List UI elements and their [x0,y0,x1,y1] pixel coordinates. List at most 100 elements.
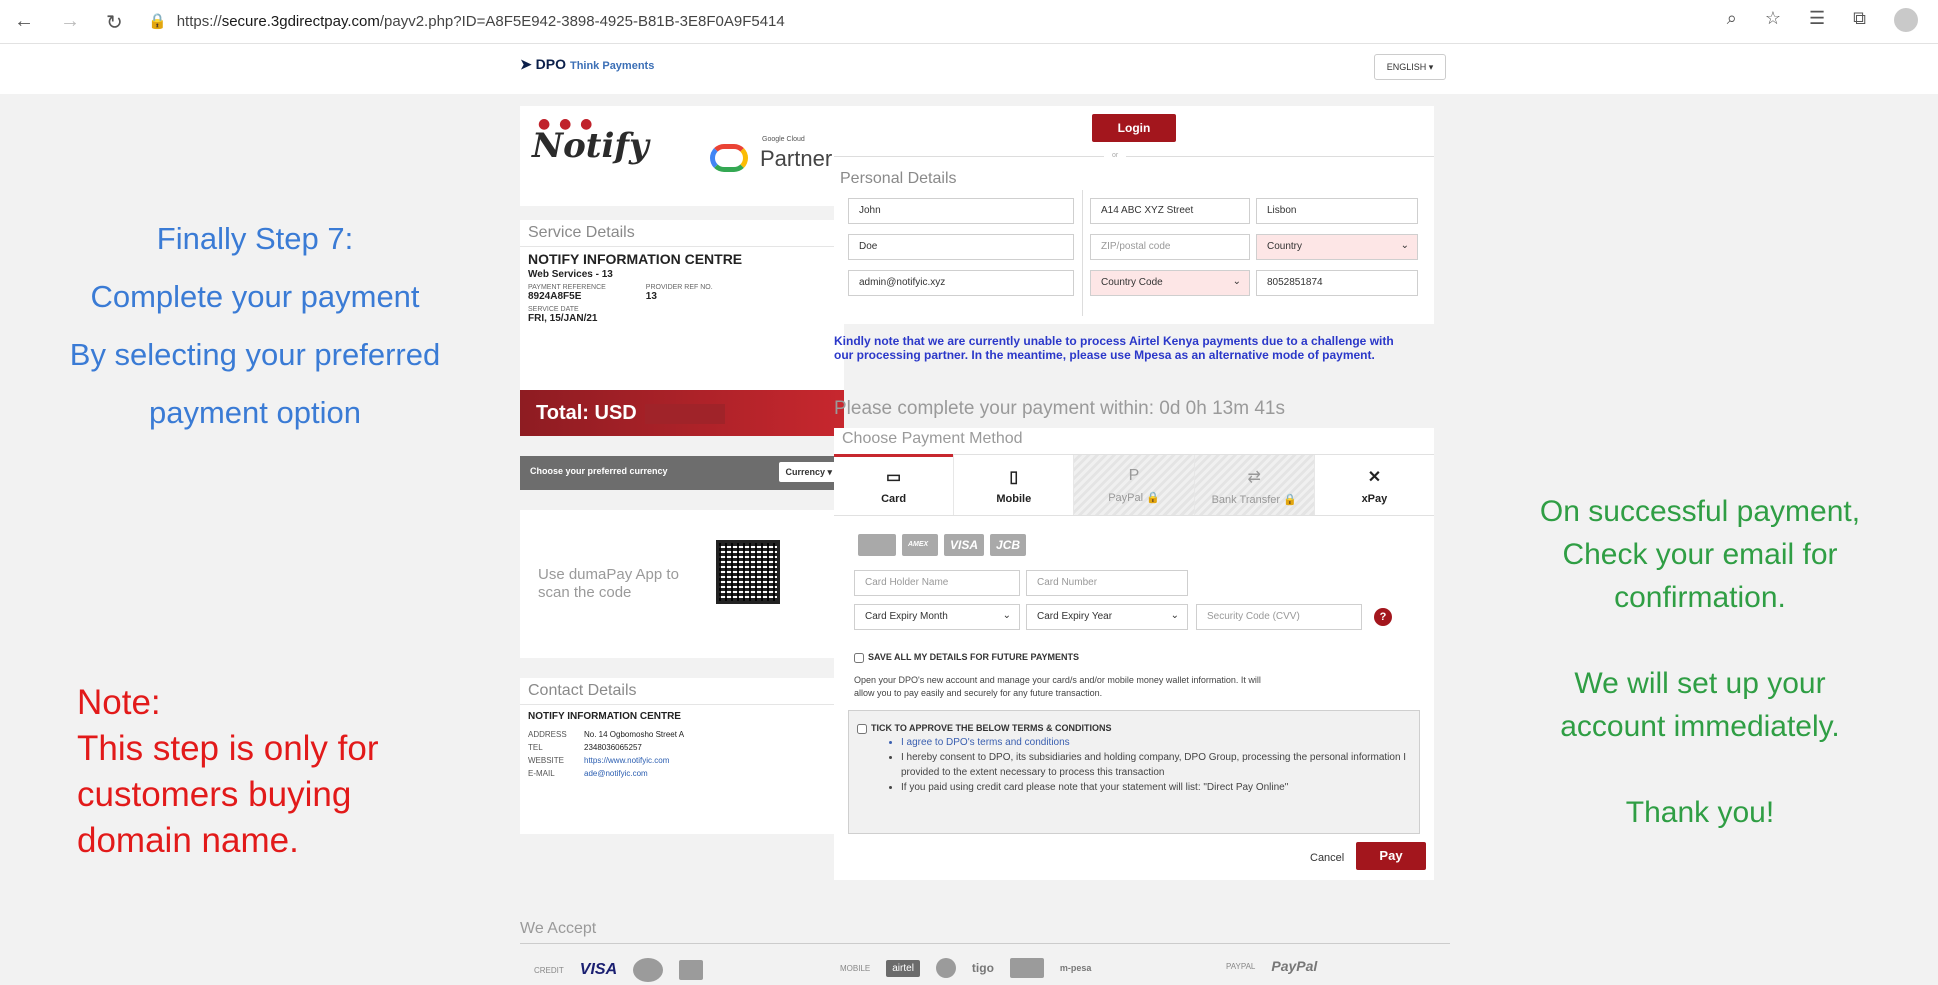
country-code-select[interactable]: Country Code ⌄ [1090,270,1250,296]
or-text: or [1104,152,1127,159]
profile-avatar[interactable] [1894,8,1918,32]
overlay-spacer [1480,748,1920,791]
back-icon[interactable]: ← [14,10,34,33]
expiry-month-select[interactable]: Card Expiry Month ⌄ [854,604,1020,630]
notify-logo: ● ● ● Notify [532,116,649,166]
divider [834,156,1434,157]
city-field[interactable]: Lisbon [1256,198,1418,224]
terms-option[interactable]: TICK TO APPROVE THE BELOW TERMS & CONDIT… [857,723,1112,734]
pay-button[interactable]: Pay [1356,842,1426,870]
overlay-line: This step is only for [77,729,379,768]
dpo-arrow-icon: ➤ [520,56,532,72]
country-select-value: Country [1267,241,1303,252]
language-dropdown[interactable]: ENGLISH ▾ [1374,54,1446,80]
accepted-mobile-money: MOBILE airtel tigo m-pesa [840,958,1091,978]
contact-tel: 2348036065257 [584,743,642,752]
tab-bank-transfer[interactable]: ⇄ Bank Transfer 🔒 [1194,455,1315,515]
save-details-info: Open your DPO's new account and manage y… [854,675,1261,698]
mastercard-logo [858,534,896,556]
service-date-label: SERVICE DATE [528,306,579,313]
total-bar: Total: USD [520,390,844,436]
contact-key: TEL [528,743,543,752]
zip-field[interactable]: ZIP/postal code [1090,234,1250,260]
last-name-field[interactable]: Doe [848,234,1074,260]
url-host: secure.3gdirectpay.com [221,13,380,30]
contact-email-link[interactable]: ade@notifyic.com [584,769,648,778]
divider [520,943,1450,944]
tab-card[interactable]: ▭ Card [834,454,955,515]
merchant-name: Notify [532,126,649,166]
airtel-notice: Kindly note that we are currently unable… [834,334,1394,362]
terms-item: I hereby consent to DPO, its subsidiarie… [901,750,1409,780]
forward-icon[interactable]: → [60,10,80,33]
payment-ref-label: PAYMENT REFERENCE [528,284,606,291]
airtel-logo: airtel [886,959,920,977]
phone-field[interactable]: 8052851874 [1256,270,1418,296]
expiry-year-value: Card Expiry Year [1037,611,1113,622]
expiry-year-select[interactable]: Card Expiry Year ⌄ [1026,604,1188,630]
favorites-list-icon[interactable]: ☰ [1809,8,1825,32]
first-name-field[interactable]: John [848,198,1074,224]
amex-logo [679,960,704,980]
street-field[interactable]: A14 ABC XYZ Street [1090,198,1250,224]
paypal-logo: PayPal [1271,958,1318,974]
cvv-field[interactable]: Security Code (CVV) [1196,604,1362,630]
collections-icon[interactable]: ⧉ [1853,8,1866,32]
xpay-icon: ✕ [1367,469,1382,486]
mastercard-logo [633,958,664,982]
tab-xpay[interactable]: ✕ xPay [1315,455,1434,515]
card-holder-field[interactable]: Card Holder Name [854,570,1020,596]
dpo-tagline: Think Payments [569,60,655,72]
card-number-field[interactable]: Card Number [1026,570,1188,596]
tab-label: PayPal 🔒 [1108,492,1160,504]
terms-link[interactable]: I agree to DPO's terms and conditions [901,735,1409,750]
overlay-line: account immediately. [1560,710,1840,743]
chevron-down-icon: ⌄ [1232,276,1241,287]
mobile-icon: ▯ [1009,469,1019,486]
overlay-line: We will set up your [1574,667,1826,700]
dpo-logo[interactable]: ➤ DPO Think Payments [520,56,654,73]
mobile-money-logo [1009,958,1044,978]
contact-key: E-MAIL [528,769,555,778]
card-icon: ▭ [886,469,902,486]
save-details-label: SAVE ALL MY DETAILS FOR FUTURE PAYMENTS [868,652,1080,662]
overlay-line: Check your email for [1562,538,1838,571]
contact-website-link[interactable]: https://www.notifyic.com [584,756,669,765]
overlay-line: domain name. [77,821,299,860]
currency-select[interactable]: Currency ▾ [779,462,838,482]
currency-bar: Choose your preferred currency Currency … [520,456,844,490]
visa-logo: VISA [579,961,618,978]
zoom-icon[interactable]: ⌕ [1727,8,1737,32]
service-company: NOTIFY INFORMATION CENTRE [528,251,743,267]
payment-method-card: Choose Payment Method ▭ Card ▯ Mobile P … [834,428,1434,880]
tab-mobile[interactable]: ▯ Mobile [954,455,1075,515]
tab-paypal[interactable]: P PayPal 🔒 [1074,455,1195,515]
divider [1082,190,1083,316]
total-label: Total: USD [536,402,637,424]
visa-logo: VISA [944,534,985,556]
tab-label: Card [881,493,907,505]
login-button[interactable]: Login [1092,114,1176,142]
overlay-confirmation: On successful payment, Check your email … [1480,490,1920,834]
contact-row: TEL 2348036065257 [520,741,844,754]
email-field[interactable]: admin@notifyic.xyz [848,270,1074,296]
country-select[interactable]: Country ⌄ [1256,234,1418,260]
cancel-link[interactable]: Cancel [1310,852,1344,864]
payment-method-title: Choose Payment Method [842,430,1023,447]
country-code-value: Country Code [1101,277,1163,288]
save-details-option[interactable]: SAVE ALL MY DETAILS FOR FUTURE PAYMENTS [854,652,1079,663]
address-bar[interactable]: 🔒 https://secure.3gdirectpay.com/payv2.ph… [148,8,1648,36]
qr-instruction: Use dumaPay App to scan the code [538,566,679,601]
refresh-icon[interactable]: ↻ [106,10,123,35]
personal-details-title: Personal Details [840,170,957,187]
cvv-help-icon[interactable]: ? [1374,608,1392,626]
accepted-credit-cards: CREDIT VISA [534,958,704,982]
mpesa-logo: m-pesa [1059,963,1092,973]
partner-big-text: Partner [760,146,833,171]
accepted-paypal: PAYPAL PayPal [1226,958,1317,974]
total-amount-redacted [644,403,725,424]
terms-title: TICK TO APPROVE THE BELOW TERMS & CONDIT… [871,723,1112,733]
favorite-star-icon[interactable]: ☆ [1765,8,1781,32]
save-details-checkbox[interactable] [854,652,864,663]
terms-checkbox[interactable] [857,723,867,734]
